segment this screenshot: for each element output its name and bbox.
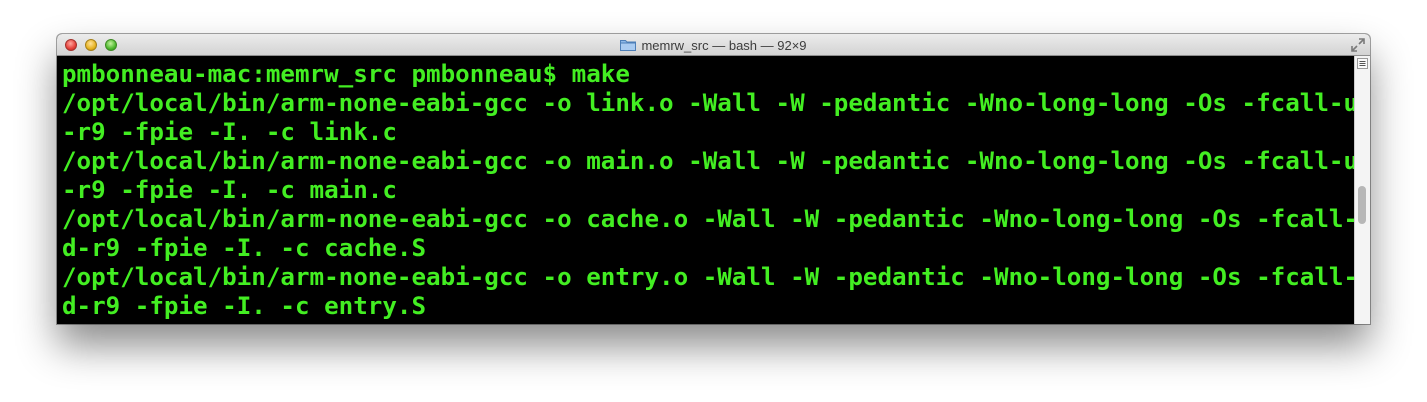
terminal-line: d-r9 -fpie -I. -c cache.S (62, 234, 427, 262)
window-title-group: memrw_src — bash — 92×9 (57, 34, 1370, 56)
folder-icon (620, 40, 637, 51)
title-bar[interactable]: memrw_src — bash — 92×9 (57, 34, 1370, 56)
terminal-line: pmbonneau-mac:memrw_src pmbonneau$ make (62, 60, 630, 88)
terminal-window: memrw_src — bash — 92×9 pmbonneau-mac:me… (57, 34, 1370, 324)
terminal-line: /opt/local/bin/arm-none-eabi-gcc -o main… (62, 147, 1354, 175)
vertical-scrollbar[interactable] (1354, 56, 1370, 324)
terminal-line: -r9 -fpie -I. -c main.c (62, 176, 397, 204)
terminal-line: /opt/local/bin/arm-none-eabi-gcc -o entr… (62, 263, 1354, 291)
fullscreen-icon[interactable] (1350, 37, 1366, 53)
terminal-line: /opt/local/bin/arm-none-eabi-gcc -o link… (62, 89, 1354, 117)
terminal-line: /opt/local/bin/arm-none-eabi-gcc -o cach… (62, 205, 1354, 233)
terminal-output[interactable]: pmbonneau-mac:memrw_src pmbonneau$ make … (57, 56, 1354, 324)
list-menu-icon[interactable] (1357, 58, 1368, 69)
terminal-line: d-r9 -fpie -I. -c entry.S (62, 292, 427, 320)
scrollbar-thumb[interactable] (1358, 186, 1366, 224)
window-title: memrw_src — bash — 92×9 (641, 37, 807, 53)
terminal-line: -r9 -fpie -I. -c link.c (62, 118, 397, 146)
